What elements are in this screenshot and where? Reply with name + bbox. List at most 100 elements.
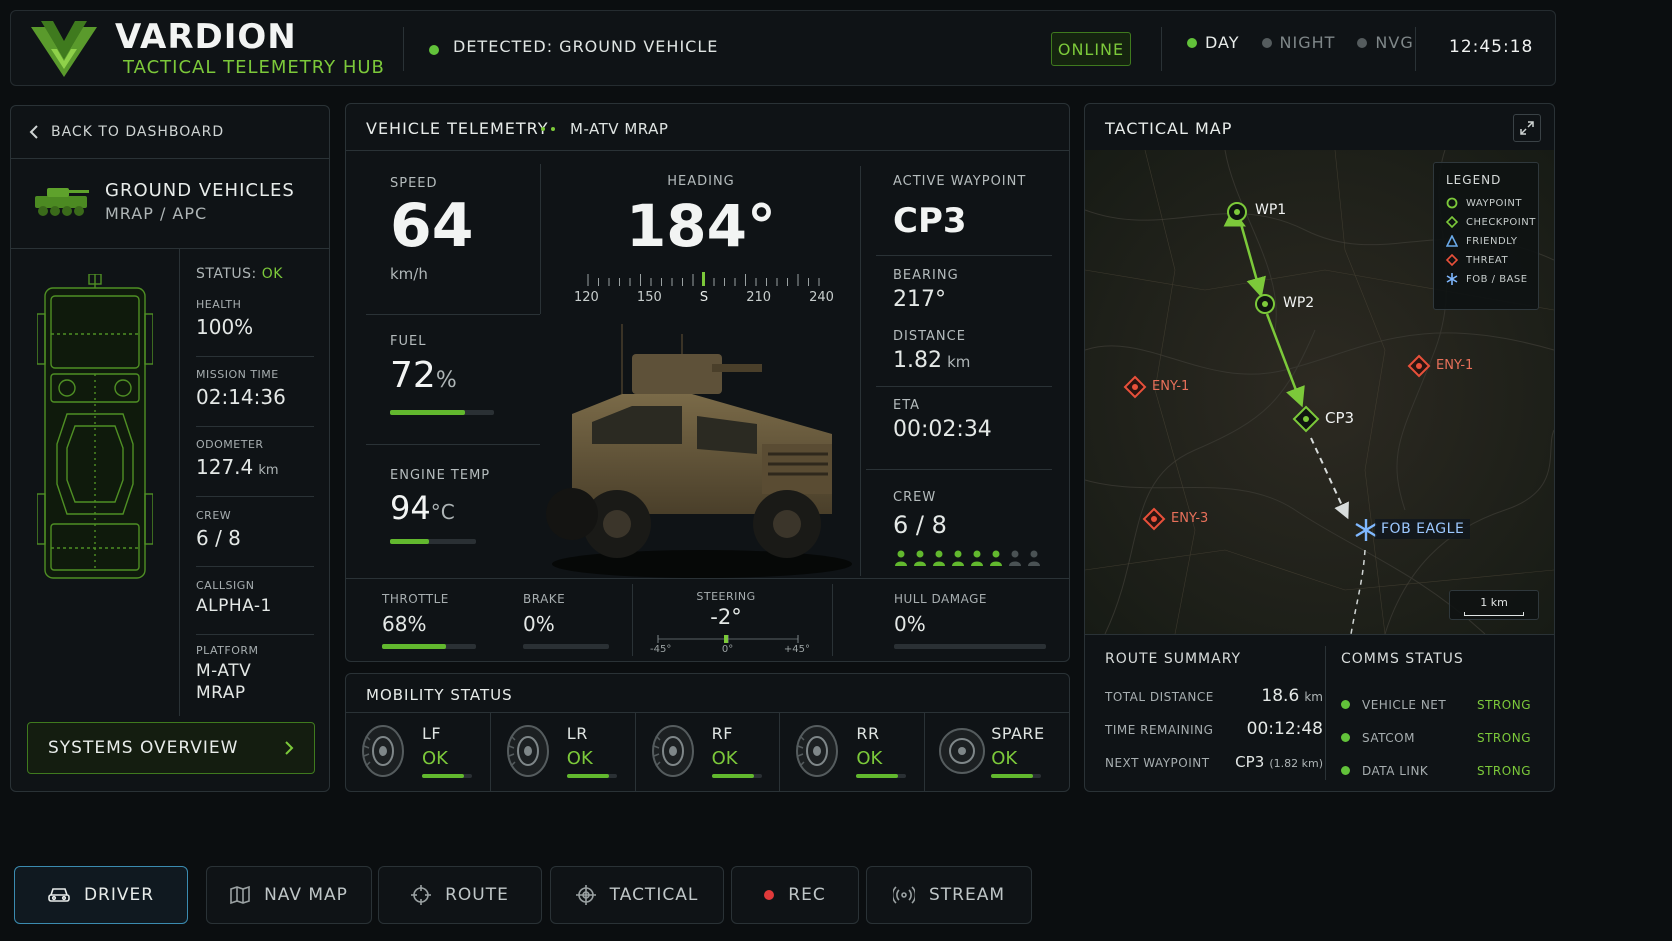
mode-nvg-option[interactable]: NVG xyxy=(1357,33,1413,52)
comms-vehicle-net: VEHICLE NET STRONG xyxy=(1341,688,1531,721)
crew-seat-indicators xyxy=(894,550,1041,566)
driver-view-button[interactable]: DRIVER xyxy=(14,866,188,924)
mobility-status-panel: MOBILITY STATUS LF OK LR OK RF OK RR OK SPARE OK xyxy=(345,673,1070,792)
threat-eny1-east-marker[interactable] xyxy=(1407,354,1431,378)
tire-name: RF xyxy=(711,724,733,743)
map-legend: LEGEND WAYPOINT CHECKPOINT FRIENDLY THRE… xyxy=(1433,162,1539,310)
stat-health: HEALTH 100% xyxy=(196,298,254,339)
systems-overview-button[interactable]: SYSTEMS OVERVIEW xyxy=(27,722,315,774)
category-subtitle: MRAP / APC xyxy=(105,204,208,223)
hull-damage-readout: HULL DAMAGE 0% xyxy=(894,592,987,636)
comms-status-rows: VEHICLE NET STRONG SATCOM STRONG DATA LI… xyxy=(1341,688,1531,787)
fob-label: FOB EAGLE xyxy=(1375,519,1471,539)
fob-icon xyxy=(1446,273,1458,285)
engine-temp-readout: ENGINE TEMP 94°C xyxy=(390,468,491,527)
waypoint-icon xyxy=(1446,197,1458,209)
stat-mission-time: MISSION TIME 02:14:36 xyxy=(196,368,286,409)
expand-icon xyxy=(1520,121,1534,135)
tire-status: OK xyxy=(991,748,1018,769)
tire-status-row: LF OK LR OK RF OK RR OK SPARE OK xyxy=(346,712,1069,792)
record-dot-icon xyxy=(764,885,775,905)
fuel-bar xyxy=(390,410,494,415)
eny1-east-label: ENY-1 xyxy=(1436,358,1474,373)
display-mode-group: DAY NIGHT NVG xyxy=(1187,33,1414,52)
tire-status-lf: LF OK xyxy=(346,712,491,792)
expand-map-button[interactable] xyxy=(1513,114,1541,142)
threat-eny3-marker[interactable] xyxy=(1142,507,1166,531)
tactical-button[interactable]: TACTICAL xyxy=(550,866,724,924)
crew-seat-icon xyxy=(1027,550,1041,566)
broadcast-icon xyxy=(892,886,915,904)
tire-status: OK xyxy=(711,748,738,769)
tire-name: SPARE xyxy=(991,724,1045,743)
brand-subtitle: TACTICAL TELEMETRY HUB xyxy=(123,57,385,78)
tire-status: OK xyxy=(422,748,448,769)
tire-name: RR xyxy=(856,724,880,743)
tire-icon xyxy=(505,724,551,778)
status-row: STATUS: OK xyxy=(196,266,283,282)
route-summary-rows: TOTAL DISTANCE 18.6 km TIME REMAINING 00… xyxy=(1105,686,1323,785)
online-badge: ONLINE xyxy=(1051,32,1131,66)
record-button[interactable]: REC xyxy=(731,866,859,924)
stat-crew: CREW 6 / 8 xyxy=(196,509,241,550)
stream-button[interactable]: STREAM xyxy=(866,866,1032,924)
throttle-bar xyxy=(382,644,476,649)
comms-data-link: DATA LINK STRONG xyxy=(1341,754,1531,787)
mode-night-option[interactable]: NIGHT xyxy=(1261,33,1336,52)
heading-compass-scale xyxy=(584,272,824,286)
tire-health-bar xyxy=(566,774,617,778)
dots-icon xyxy=(540,126,558,132)
crew-seat-icon xyxy=(951,550,965,566)
active-waypoint: ACTIVE WAYPOINT CP3 xyxy=(893,174,1027,241)
route-summary-title: ROUTE SUMMARY xyxy=(1105,651,1242,667)
eny3-label: ENY-3 xyxy=(1171,511,1209,526)
telemetry-vehicle-name: M-ATV MRAP xyxy=(570,120,669,138)
telemetry-title: VEHICLE TELEMETRY xyxy=(366,119,549,138)
crew-readout: CREW 6 / 8 xyxy=(893,490,947,539)
tire-health-bar xyxy=(991,774,1042,778)
eta-readout: ETA 00:02:34 xyxy=(893,398,992,442)
vehicle-sidebar: BACK TO DASHBOARD GROUND VEHICLES MRAP /… xyxy=(10,105,330,792)
crew-seat-icon xyxy=(913,550,927,566)
wp2-label: WP2 xyxy=(1283,295,1315,311)
legend-fob: FOB / BASE xyxy=(1446,273,1536,285)
checkpoint-cp3-marker[interactable] xyxy=(1292,405,1320,433)
heading-tick-labels: 120 150 S 210 240 xyxy=(574,290,834,305)
steering-readout: STEERING -2° xyxy=(696,590,756,629)
tire-icon xyxy=(939,724,986,778)
mode-day-option[interactable]: DAY xyxy=(1187,33,1240,52)
brake-bar xyxy=(523,644,609,649)
brand-name: VARDION xyxy=(115,17,297,57)
nav-map-button[interactable]: NAV MAP xyxy=(206,866,372,924)
tire-status: OK xyxy=(856,748,883,769)
route-total-distance: TOTAL DISTANCE 18.6 km xyxy=(1105,686,1323,706)
back-to-dashboard-link[interactable]: BACK TO DASHBOARD xyxy=(29,124,224,140)
crew-seat-icon xyxy=(894,550,908,566)
threat-eny1-west-marker[interactable] xyxy=(1123,375,1147,399)
comms-satcom: SATCOM STRONG xyxy=(1341,721,1531,754)
chevron-right-icon xyxy=(284,740,294,756)
comms-status-title: COMMS STATUS xyxy=(1341,651,1464,667)
stat-odometer: ODOMETER 127.4 km xyxy=(196,438,279,479)
category-title: GROUND VEHICLES xyxy=(105,180,295,201)
tire-icon xyxy=(650,724,696,778)
fuel-readout: FUEL 72% xyxy=(390,334,457,396)
waypoint-wp1-marker[interactable] xyxy=(1225,200,1249,224)
hull-damage-bar xyxy=(894,644,1046,649)
wp1-label: WP1 xyxy=(1255,202,1287,218)
vehicle-render-image xyxy=(532,324,852,584)
route-button[interactable]: ROUTE xyxy=(378,866,542,924)
legend-friendly: FRIENDLY xyxy=(1446,235,1536,247)
detected-dot-icon xyxy=(429,40,439,59)
target-icon xyxy=(575,885,596,905)
status-value: OK xyxy=(261,266,283,282)
map-scale-bar: 1 km xyxy=(1449,590,1539,620)
tire-status-spare: SPARE OK xyxy=(925,712,1069,792)
steering-tick-labels: -45° 0° +45° xyxy=(650,644,810,655)
top-header: VARDION TACTICAL TELEMETRY HUB DETECTED:… xyxy=(10,10,1556,86)
map-title: TACTICAL MAP xyxy=(1105,119,1233,138)
vehicle-blueprint-image xyxy=(37,274,153,590)
waypoint-wp2-marker[interactable] xyxy=(1253,292,1277,316)
tire-icon xyxy=(360,724,406,778)
route-time-remaining: TIME REMAINING 00:12:48 xyxy=(1105,719,1323,739)
